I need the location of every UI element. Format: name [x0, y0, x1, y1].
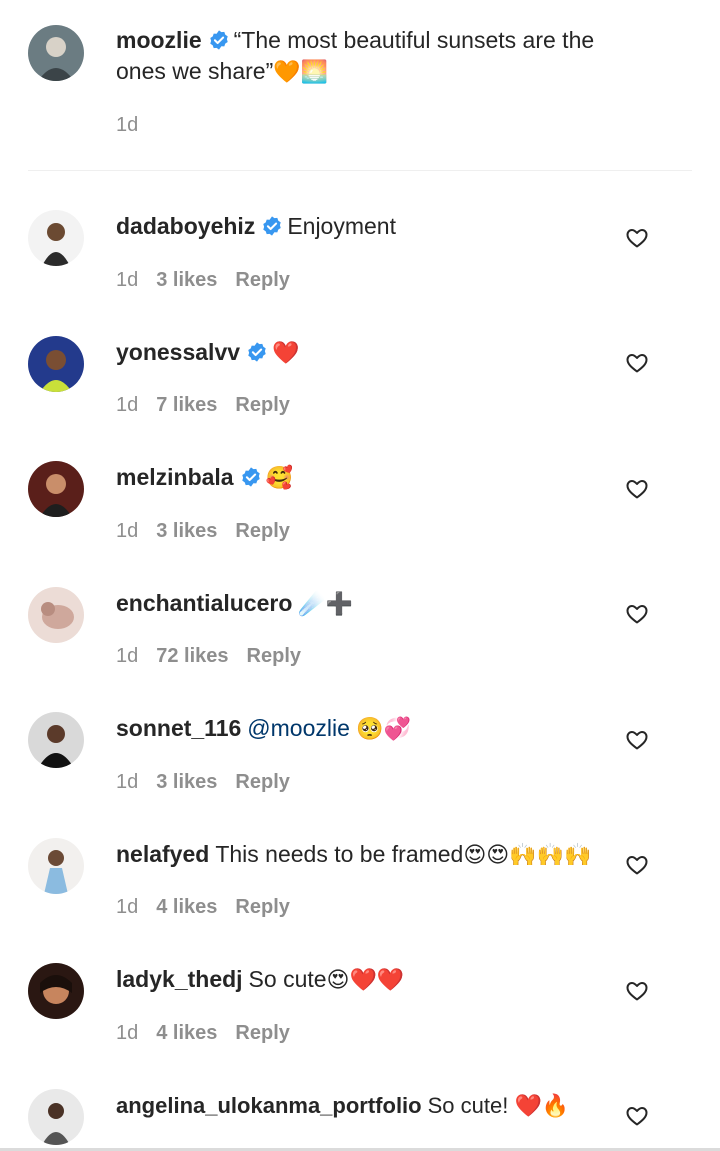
- verified-badge-icon: [240, 466, 262, 488]
- comment-username[interactable]: angelina_ulokanma_portfolio: [116, 1093, 422, 1118]
- timestamp: 1d: [116, 896, 139, 918]
- timestamp: 1d: [116, 771, 139, 793]
- likes-count[interactable]: 4 likes: [156, 1022, 217, 1044]
- comment-username[interactable]: sonnet_116: [116, 715, 241, 741]
- like-heart-icon[interactable]: [625, 1104, 649, 1128]
- timestamp: 1d: [116, 394, 139, 416]
- timestamp: 1d: [116, 645, 139, 667]
- verified-badge-icon: [208, 29, 230, 51]
- comment-emojis: ❤️🔥: [514, 1094, 570, 1119]
- comment-username[interactable]: melzinbala: [116, 464, 234, 490]
- comment-username[interactable]: yonessalvv: [116, 339, 240, 365]
- reply-button[interactable]: Reply: [247, 645, 301, 667]
- reply-button[interactable]: Reply: [235, 394, 289, 416]
- username[interactable]: moozlie: [116, 27, 202, 53]
- avatar[interactable]: [28, 336, 84, 392]
- comment-meta: 1d 4 likes Reply: [116, 895, 308, 919]
- like-heart-icon[interactable]: [625, 979, 649, 1003]
- reply-button[interactable]: Reply: [235, 771, 289, 793]
- divider: [28, 170, 692, 171]
- comment-text: This needs to be framed: [215, 841, 464, 867]
- comment-text-line: ladyk_thedj So cute😍❤️❤️: [116, 964, 640, 996]
- comment-username[interactable]: enchantialucero: [116, 590, 292, 616]
- comment-text-line: enchantialucero ☄️➕: [116, 588, 640, 620]
- avatar[interactable]: [28, 838, 84, 894]
- avatar[interactable]: [28, 1089, 84, 1145]
- like-heart-icon[interactable]: [625, 728, 649, 752]
- comment-text-line: dadaboyehiz Enjoyment: [116, 211, 640, 242]
- comment-emojis: 🥰: [265, 466, 294, 491]
- likes-count[interactable]: 7 likes: [156, 394, 217, 416]
- timestamp: 1d: [116, 1022, 139, 1044]
- comment-text-line: yonessalvv ❤️: [116, 337, 640, 369]
- avatar[interactable]: [28, 963, 84, 1019]
- comment-text: So cute!: [427, 1093, 509, 1118]
- likes-count[interactable]: 3 likes: [156, 771, 217, 793]
- like-heart-icon[interactable]: [625, 602, 649, 626]
- like-heart-icon[interactable]: [625, 226, 649, 250]
- comment-username[interactable]: ladyk_thedj: [116, 966, 243, 992]
- comment-text: So cute: [248, 966, 327, 992]
- comment-text-line: melzinbala 🥰: [116, 462, 640, 494]
- post-caption: moozlie “The most beautiful sunsets are t…: [0, 0, 720, 170]
- comment-meta: 1d 3 likes Reply: [116, 770, 308, 794]
- comment-username[interactable]: dadaboyehiz: [116, 213, 255, 239]
- like-heart-icon[interactable]: [625, 351, 649, 375]
- caption-line-2: ones we share”🧡🌅: [116, 56, 640, 88]
- comment-meta: 1d 72 likes Reply: [116, 644, 319, 668]
- mention-link[interactable]: @moozlie: [247, 715, 350, 741]
- comment-meta: 1d 3 likes Reply: [116, 268, 308, 292]
- like-heart-icon[interactable]: [625, 477, 649, 501]
- avatar[interactable]: [28, 712, 84, 768]
- comment-emojis: ❤️: [272, 341, 300, 366]
- caption-text-cont: ones we share”: [116, 58, 274, 84]
- likes-count[interactable]: 72 likes: [156, 645, 228, 667]
- caption-text: “The most beautiful sunsets are the: [233, 27, 595, 53]
- timestamp: 1d: [116, 269, 139, 291]
- timestamp: 1d: [116, 114, 139, 136]
- comment-emojis: 🥺💞: [356, 717, 412, 742]
- verified-badge-icon: [246, 341, 268, 363]
- like-heart-icon[interactable]: [625, 853, 649, 877]
- avatar[interactable]: [28, 461, 84, 517]
- reply-button[interactable]: Reply: [235, 1022, 289, 1044]
- timestamp: 1d: [116, 520, 139, 542]
- avatar[interactable]: [28, 210, 84, 266]
- likes-count[interactable]: 4 likes: [156, 896, 217, 918]
- comment-emojis: 😍😍🙌🙌🙌: [463, 843, 592, 868]
- comment-username[interactable]: nelafyed: [116, 841, 209, 867]
- comment-emojis: ☄️➕: [298, 592, 354, 617]
- avatar[interactable]: [28, 587, 84, 643]
- avatar[interactable]: [28, 25, 84, 81]
- caption-meta: 1d: [116, 113, 156, 137]
- comment-meta: 1d 7 likes Reply: [116, 393, 308, 417]
- comment-text-line: sonnet_116 @moozlie 🥺💞: [116, 713, 640, 745]
- likes-count[interactable]: 3 likes: [156, 269, 217, 291]
- verified-badge-icon: [261, 215, 283, 237]
- comment-emojis: 😍❤️❤️: [326, 968, 405, 993]
- reply-button[interactable]: Reply: [235, 269, 289, 291]
- comment-text-line: angelina_ulokanma_portfolio So cute! ❤️🔥: [116, 1090, 650, 1122]
- reply-button[interactable]: Reply: [235, 896, 289, 918]
- caption-line-1: moozlie “The most beautiful sunsets are t…: [116, 25, 640, 56]
- comment-meta: 1d 3 likes Reply: [116, 519, 308, 543]
- comment-text-line: nelafyed This needs to be framed😍😍🙌🙌🙌: [116, 839, 640, 871]
- likes-count[interactable]: 3 likes: [156, 520, 217, 542]
- reply-button[interactable]: Reply: [235, 520, 289, 542]
- caption-emojis: 🧡🌅: [273, 60, 329, 85]
- comment-meta: 1d 4 likes Reply: [116, 1021, 308, 1045]
- comment-text: Enjoyment: [287, 213, 396, 239]
